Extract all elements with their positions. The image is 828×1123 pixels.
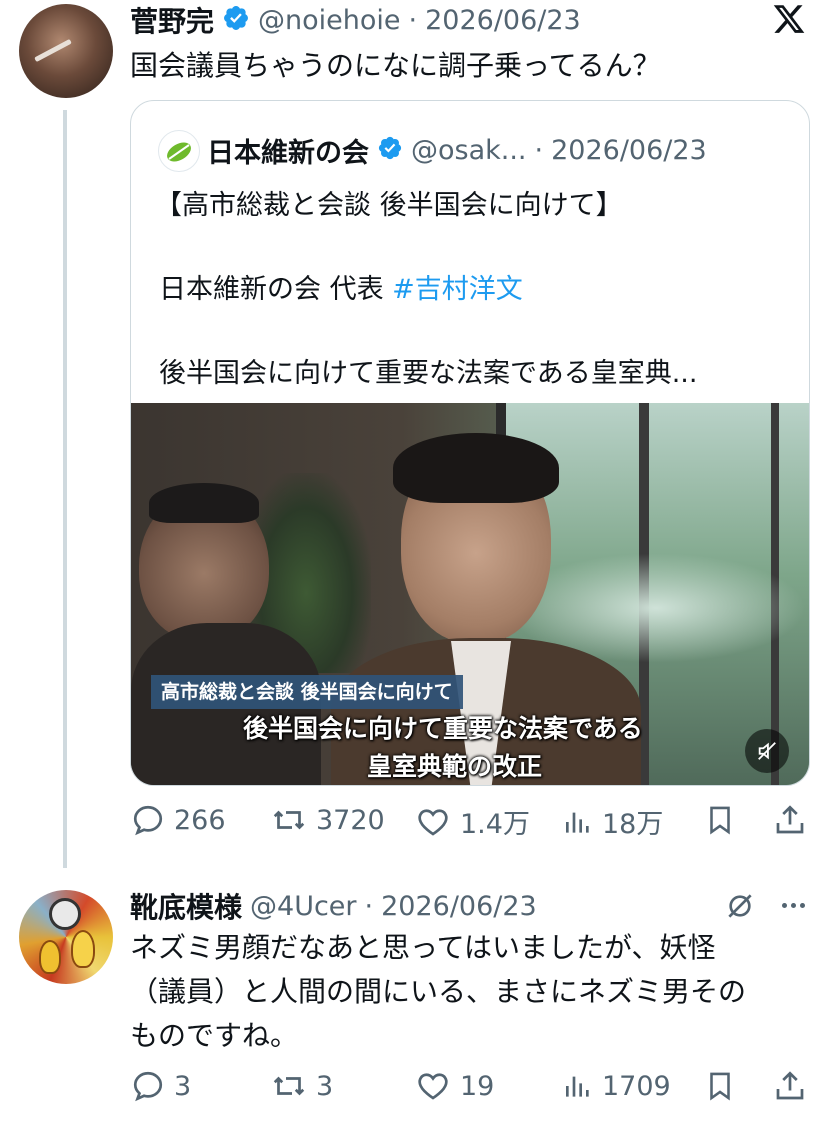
hashtag-link[interactable]: #吉村洋文	[392, 274, 523, 305]
video-caption-bar: 高市総裁と会談 後半国会に向けて	[151, 675, 463, 709]
reply-button[interactable]: 266	[130, 802, 226, 838]
quoted-separator: ·	[534, 134, 544, 166]
thread-connector-line	[63, 110, 67, 868]
quoted-line-body: 後半国会に向けて重要な法案である皇室典...	[159, 358, 698, 389]
repost-icon	[273, 1076, 305, 1096]
bookmark-icon	[710, 806, 730, 835]
quoted-handle[interactable]: @osak...	[411, 135, 527, 166]
share-icon	[776, 1071, 804, 1100]
quoted-line-prefix: 日本維新の会 代表	[159, 274, 393, 305]
video-subtitle-line1: 後半国会に向けて重要な法案である	[243, 714, 643, 743]
like-count: 1.4万	[460, 809, 530, 840]
heart-icon	[418, 1073, 448, 1100]
reply-text-line1: ネズミ男顔だなあと思ってはいましたが、妖怪	[130, 931, 716, 964]
reply-bookmark-button[interactable]	[703, 1068, 737, 1104]
reply-share-button[interactable]	[772, 1068, 808, 1104]
verified-badge-icon	[222, 4, 250, 36]
views-count: 18万	[602, 809, 664, 840]
reply-avatar[interactable]	[19, 890, 113, 984]
reply-handle[interactable]: @4Ucer	[250, 891, 357, 922]
more-options-icon[interactable]	[776, 890, 810, 920]
heart-icon	[418, 808, 448, 836]
post-separator: ·	[408, 4, 418, 36]
like-button[interactable]: 1.4万	[414, 802, 530, 841]
repost-button[interactable]: 3720	[270, 802, 385, 838]
quoted-author-name[interactable]: 日本維新の会	[207, 131, 369, 170]
quoted-avatar[interactable]	[158, 130, 200, 172]
post-header: 菅野完 @noiehoie · 2026/06/23	[130, 0, 581, 40]
quoted-header: 日本維新の会 @osak... · 2026/06/23	[207, 131, 707, 169]
reply-header: 靴底模様 @4Ucer · 2026/06/23	[130, 886, 537, 926]
share-icon	[776, 805, 804, 834]
reply-views-count: 1709	[602, 1070, 671, 1102]
repost-icon	[273, 810, 305, 830]
reply-reply-count: 3	[174, 1070, 192, 1102]
post-avatar[interactable]	[19, 4, 113, 98]
bookmark-button[interactable]	[703, 802, 737, 838]
post-author-name[interactable]: 菅野完	[130, 0, 214, 40]
post-date[interactable]: 2026/06/23	[425, 5, 581, 36]
speaker-muted-icon[interactable]	[745, 729, 789, 773]
share-button[interactable]	[772, 802, 808, 838]
quoted-video[interactable]: 高市総裁と会談 後半国会に向けて 後半国会に向けて重要な法案である 皇室典範の改…	[131, 403, 809, 785]
reply-author-name[interactable]: 靴底模様	[130, 886, 242, 926]
quoted-line-representative: 日本維新の会 代表 #吉村洋文	[159, 267, 523, 306]
post-text: 国会議員ちゃうのになに調子乗ってるん？	[130, 49, 661, 82]
video-subtitle-line2: 皇室典範の改正	[367, 752, 543, 781]
repost-count: 3720	[316, 804, 385, 836]
reply-icon	[133, 1071, 163, 1102]
post-handle[interactable]: @noiehoie	[258, 5, 401, 36]
reply-repost-count: 3	[316, 1070, 334, 1102]
analytics-icon	[566, 812, 589, 833]
reply-reply-button[interactable]: 3	[130, 1068, 191, 1104]
reply-like-count: 19	[460, 1070, 495, 1102]
reply-views-button[interactable]: 1709	[562, 1068, 671, 1104]
x-logo-icon[interactable]	[772, 2, 808, 38]
quoted-line-title: 【高市総裁と会談 後半国会に向けて】	[155, 190, 623, 221]
reply-text-line3: ものですね。	[130, 1019, 299, 1052]
reply-like-button[interactable]: 19	[414, 1068, 494, 1104]
reply-icon	[133, 805, 163, 836]
leaf-logo-icon	[167, 142, 191, 162]
reply-count: 266	[174, 804, 226, 836]
bookmark-icon	[710, 1072, 730, 1101]
reply-date[interactable]: 2026/06/23	[381, 891, 537, 922]
reply-separator: ·	[364, 890, 374, 922]
views-button[interactable]: 18万	[562, 802, 663, 841]
analytics-icon	[566, 1076, 589, 1097]
reply-repost-button[interactable]: 3	[270, 1068, 333, 1104]
grok-icon[interactable]	[724, 890, 758, 924]
quoted-post-card[interactable]: 日本維新の会 @osak... · 2026/06/23 【高市総裁と会談 後半…	[130, 100, 810, 786]
reply-text-line2: （議員）と人間の間にいる、まさにネズミ男その	[130, 975, 747, 1008]
verified-badge-icon	[377, 135, 403, 165]
quoted-date[interactable]: 2026/06/23	[551, 135, 707, 166]
